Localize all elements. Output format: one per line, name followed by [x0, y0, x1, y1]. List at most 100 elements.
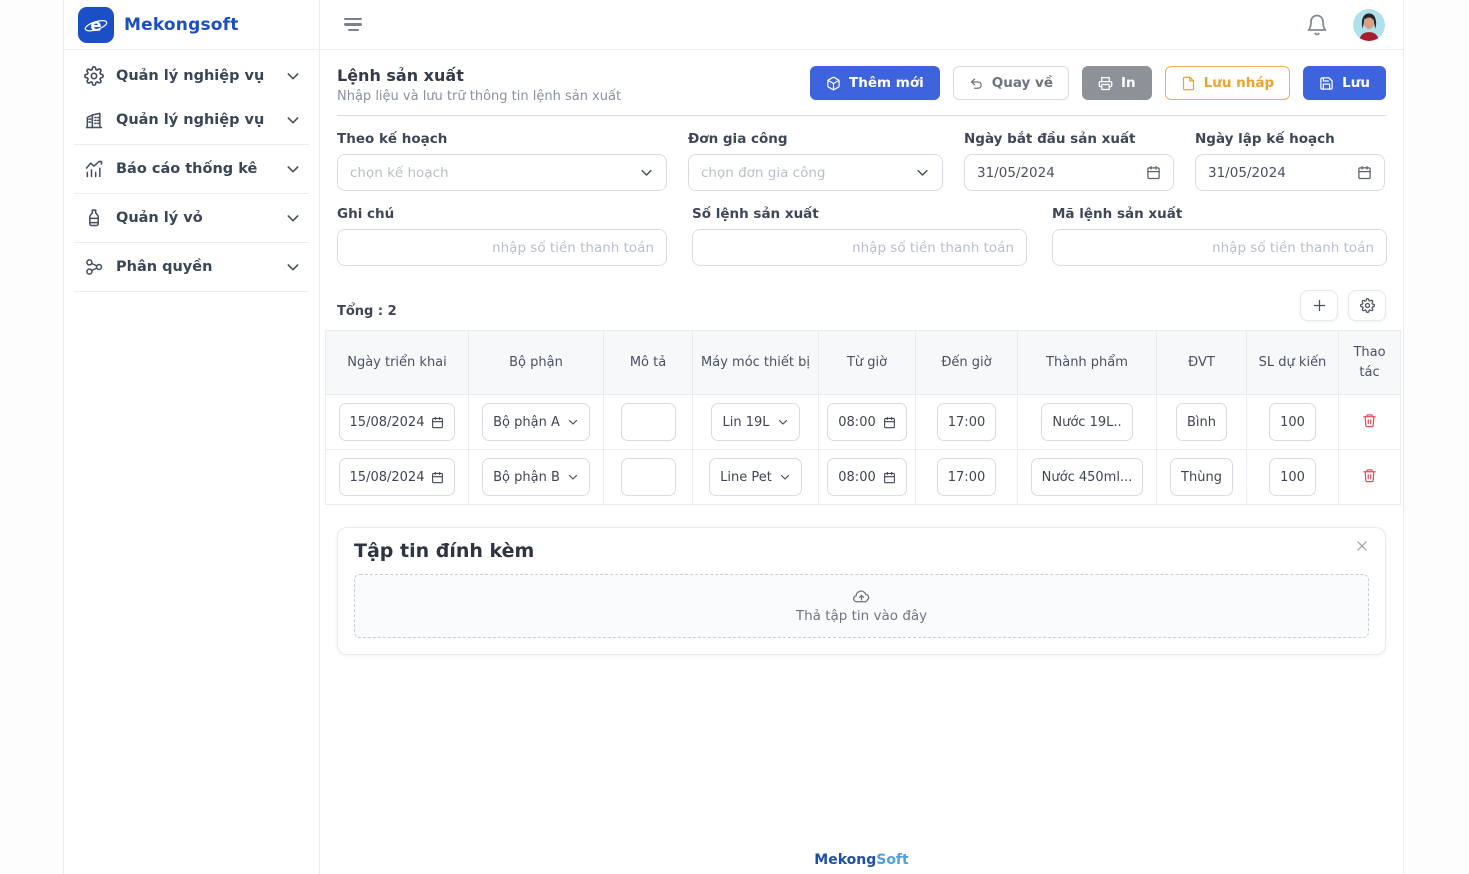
sidebar-logo[interactable]: e Mekongsoft	[64, 0, 319, 50]
chevron-down-icon	[285, 161, 301, 177]
col-header: Máy móc thiết bị	[693, 331, 819, 395]
table-settings-button[interactable]	[1348, 290, 1386, 321]
calendar-icon	[1357, 165, 1372, 180]
row-date-input[interactable]: 15/08/2024	[339, 458, 456, 496]
field-label: Mã lệnh sản xuất	[1052, 206, 1387, 222]
col-header: Bộ phận	[469, 331, 604, 395]
logo-planet-icon: e	[78, 7, 114, 43]
chevron-down-icon	[285, 112, 301, 128]
row-department-select[interactable]: Bộ phận B	[482, 458, 590, 496]
topbar	[320, 0, 1403, 50]
row-department-select[interactable]: Bộ phận A	[482, 403, 590, 441]
row-from-time-input[interactable]: 08:00	[827, 403, 906, 441]
row-to-time-input[interactable]: 17:00	[937, 403, 996, 441]
footer-brand: Mekong	[814, 852, 876, 868]
sidebar: e Mekongsoft Quản lý nghiệp vụ Quản lý n…	[63, 0, 320, 874]
sidebar-item-phan-quyen[interactable]: Phân quyền	[64, 245, 319, 289]
row-to-time-input[interactable]: 17:00	[937, 458, 996, 496]
col-header: SL dự kiến	[1247, 331, 1339, 395]
chevron-down-icon	[567, 471, 579, 483]
table-toolbar: Tổng : 2	[337, 290, 1386, 321]
row-machine-select[interactable]: Line Pet	[709, 458, 802, 496]
chevron-down-icon	[915, 165, 930, 180]
page-header: Lệnh sản xuất Nhập liệu và lưu trữ thông…	[337, 66, 1386, 116]
chevron-down-icon	[567, 416, 579, 428]
processing-order-select[interactable]: chọn đơn gia công	[688, 154, 943, 191]
field-label: Ngày lập kế hoạch	[1195, 131, 1385, 147]
sidebar-menu: Quản lý nghiệp vụ Quản lý nghiệp vụ Báo …	[64, 50, 319, 292]
delete-row-button[interactable]	[1358, 409, 1381, 435]
divider	[74, 193, 309, 194]
file-icon	[1181, 76, 1196, 91]
plus-icon	[1312, 298, 1327, 313]
row-date-input[interactable]: 15/08/2024	[339, 403, 456, 441]
col-header: Từ giờ	[819, 331, 916, 395]
sidebar-item-label: Quản lý nghiệp vụ	[116, 112, 273, 128]
bottle-icon	[84, 208, 104, 228]
row-unit-input[interactable]: Thùng	[1170, 458, 1233, 496]
filter-form-row-1: Theo kế hoạch chọn kế hoạch Đơn gia công…	[337, 131, 1386, 191]
field-label: Số lệnh sản xuất	[692, 206, 1027, 222]
row-from-time-input[interactable]: 08:00	[827, 458, 906, 496]
package-icon	[826, 76, 841, 91]
note-input[interactable]	[337, 229, 667, 266]
row-unit-input[interactable]: Bình	[1176, 403, 1227, 441]
delete-row-button[interactable]	[1358, 464, 1381, 490]
row-machine-select[interactable]: Lin 19L	[711, 403, 799, 441]
svg-text:e: e	[90, 15, 101, 34]
upload-cloud-icon	[853, 588, 870, 605]
field-label: Ghi chú	[337, 206, 667, 222]
print-button[interactable]: In	[1082, 66, 1152, 100]
sidebar-item-label: Quản lý nghiệp vụ	[116, 68, 273, 84]
order-code-input[interactable]	[1052, 229, 1387, 266]
back-button[interactable]: Quay về	[953, 66, 1069, 100]
close-attachments-button[interactable]	[1353, 538, 1371, 556]
share-nodes-icon	[84, 257, 104, 277]
calendar-icon	[431, 471, 444, 484]
save-draft-button[interactable]: Lưu nháp	[1165, 66, 1291, 100]
plan-select[interactable]: chọn kế hoạch	[337, 154, 667, 191]
page-title: Lệnh sản xuất	[337, 66, 621, 85]
calendar-icon	[883, 416, 896, 429]
row-product-input[interactable]: Nước 19L..	[1041, 403, 1132, 441]
avatar[interactable]	[1353, 9, 1385, 41]
chevron-down-icon	[285, 68, 301, 84]
hamburger-icon[interactable]	[340, 14, 366, 36]
trash-icon	[1362, 413, 1377, 428]
attachments-card: Tập tin đính kèm Thả tập tin vào đây	[337, 527, 1386, 655]
trash-icon	[1362, 468, 1377, 483]
plan-date-input[interactable]: 31/05/2024	[1195, 154, 1385, 191]
content: Lệnh sản xuất Nhập liệu và lưu trữ thông…	[320, 50, 1403, 655]
chevron-down-icon	[285, 259, 301, 275]
sidebar-item-label: Báo cáo thống kê	[116, 161, 273, 177]
printer-icon	[1098, 76, 1113, 91]
app-window: e Mekongsoft Quản lý nghiệp vụ Quản lý n…	[0, 0, 1469, 874]
bell-icon[interactable]	[1305, 13, 1329, 37]
field-label: Đơn gia công	[688, 131, 943, 147]
sidebar-item-quan-ly-nghiep-vu-1[interactable]: Quản lý nghiệp vụ	[64, 54, 319, 98]
col-header: Đến giờ	[916, 331, 1018, 395]
row-description-input[interactable]	[621, 403, 676, 441]
row-product-input[interactable]: Nước 450ml...	[1031, 458, 1144, 496]
sidebar-item-quan-ly-vo[interactable]: Quản lý vỏ	[64, 196, 319, 240]
divider	[74, 144, 309, 145]
calendar-icon	[883, 471, 896, 484]
table-row: 15/08/2024 Bộ phận B Line Pet 08:00 17:0…	[326, 450, 1401, 505]
row-qty-input[interactable]: 100	[1269, 403, 1316, 441]
save-button[interactable]: Lưu	[1303, 66, 1386, 100]
start-date-input[interactable]: 31/05/2024	[964, 154, 1174, 191]
sidebar-item-quan-ly-nghiep-vu-2[interactable]: Quản lý nghiệp vụ	[64, 98, 319, 142]
table-row: 15/08/2024 Bộ phận A Lin 19L 08:00 17:00…	[326, 395, 1401, 450]
order-number-input[interactable]	[692, 229, 1027, 266]
add-row-button[interactable]	[1300, 290, 1338, 321]
production-table: Ngày triển khai Bộ phận Mô tả Máy móc th…	[325, 330, 1401, 505]
file-dropzone[interactable]: Thả tập tin vào đây	[354, 574, 1369, 638]
sidebar-item-label: Quản lý vỏ	[116, 210, 273, 226]
return-arrow-icon	[969, 76, 984, 91]
row-description-input[interactable]	[621, 458, 676, 496]
row-qty-input[interactable]: 100	[1269, 458, 1316, 496]
sidebar-item-bao-cao-thong-ke[interactable]: Báo cáo thống kê	[64, 147, 319, 191]
footer-brand-suffix: Soft	[876, 852, 908, 868]
add-new-button[interactable]: Thêm mới	[810, 66, 940, 100]
col-header: Thao tác	[1339, 331, 1401, 395]
